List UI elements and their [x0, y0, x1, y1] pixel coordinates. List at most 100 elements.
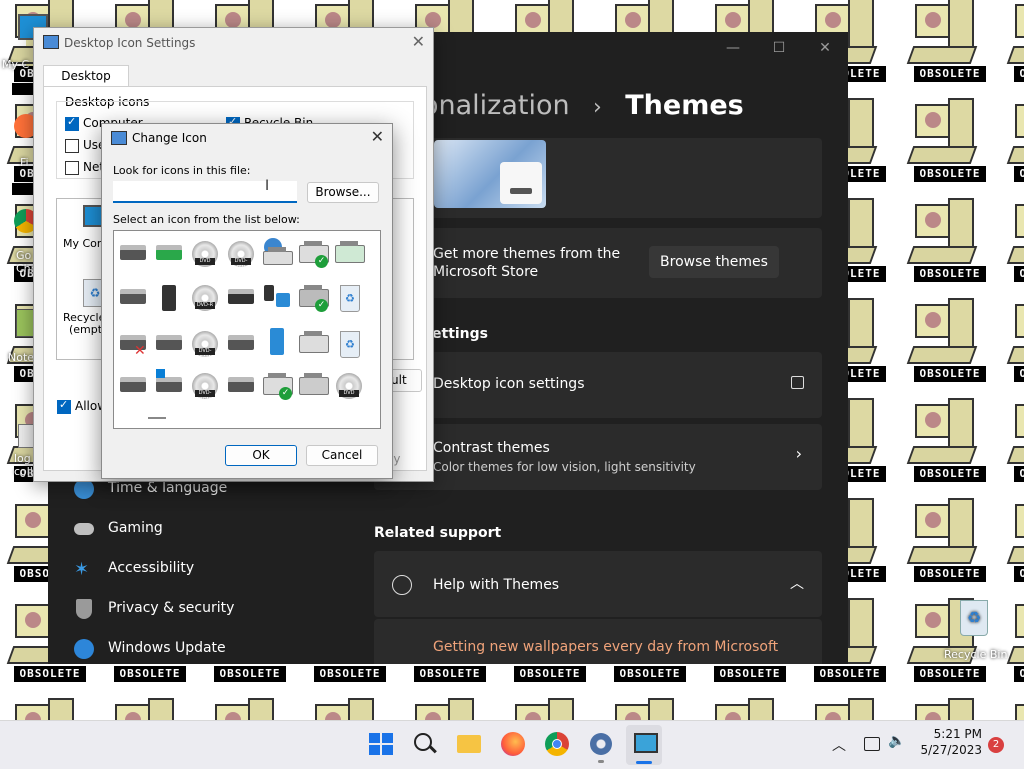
- obsolete-label: OBSOLETE: [614, 666, 686, 682]
- obsolete-label: OBSOLETE: [514, 666, 586, 682]
- obsolete-label: OBSOLETE: [1014, 366, 1024, 382]
- obsolete-label: OBSOLETE: [1014, 266, 1024, 282]
- obsolete-label: OBSOLETE: [914, 166, 986, 182]
- obsolete-label: OBSOLETE: [1014, 566, 1024, 582]
- drive-icon[interactable]: [154, 329, 184, 359]
- search-button[interactable]: [412, 731, 438, 757]
- volume-icon[interactable]: 🔈: [888, 733, 905, 749]
- theme-preview-thumbnail[interactable]: [434, 140, 546, 208]
- drive-icon[interactable]: [118, 239, 148, 269]
- close-icon[interactable]: ✕: [371, 127, 384, 146]
- wallpaper-tile: OBSOLETE: [900, 396, 1000, 496]
- contrast-themes-link[interactable]: Contrast themes Color themes for low vis…: [374, 424, 822, 490]
- show-hidden-icons-chevron[interactable]: ︿: [832, 735, 846, 755]
- notification-badge[interactable]: 2: [988, 737, 1004, 753]
- close-icon[interactable]: ✕: [412, 32, 425, 51]
- wallpaper-tile: OBSOLETE: [1000, 296, 1024, 396]
- wallpaper-tile: OBSOLETE: [1000, 696, 1024, 720]
- dialog-title: Desktop Icon Settings: [64, 36, 196, 50]
- icon-list[interactable]: DVD DVD-RW ✓ DVD-R ✓ ♻ ✕ DVD-RAM ♻ DVD-R…: [113, 230, 381, 429]
- clock-time: 5:21 PM: [933, 727, 982, 741]
- windows-drive-icon[interactable]: [154, 369, 184, 401]
- printer-icon[interactable]: [334, 239, 365, 269]
- dvd-rw-icon[interactable]: DVD-RW: [226, 239, 256, 271]
- page-title: Themes: [625, 90, 744, 121]
- printer-default-icon[interactable]: ✓: [298, 239, 329, 269]
- help-with-themes-expander[interactable]: Help with Themes ︿: [374, 551, 822, 617]
- obsolete-label: OBSOLETE: [914, 266, 986, 282]
- wallpaper-tile: OBSOLETE: [0, 696, 100, 720]
- drive-icon[interactable]: [118, 283, 148, 313]
- removable-drive-icon[interactable]: [226, 329, 256, 359]
- dvd-r-icon[interactable]: DVD-R: [190, 283, 220, 313]
- wallpaper-tile: OBSOLETE: [1000, 496, 1024, 596]
- desktop-icon-recycle-bin[interactable]: ♻ Recycle Bin: [944, 600, 1014, 662]
- drive-icon[interactable]: [118, 371, 148, 401]
- obsolete-label: OBSOLETE: [914, 66, 986, 82]
- support-link-wallpapers[interactable]: Getting new wallpapers every day from Mi…: [433, 639, 778, 655]
- desktop-icon-settings-link[interactable]: Desktop icon settings: [374, 352, 822, 418]
- chrome-button[interactable]: [544, 731, 570, 757]
- network-drive-icon[interactable]: [226, 371, 256, 401]
- maximize-button[interactable]: ☐: [764, 40, 794, 60]
- desktop-icon-settings-taskbar-button[interactable]: [626, 725, 662, 765]
- webcam-monitor-icon[interactable]: [262, 283, 292, 313]
- wallpaper-tile: OBSOLETE: [1000, 396, 1024, 496]
- minimize-button[interactable]: —: [718, 40, 748, 60]
- monitor-icon: [634, 733, 658, 753]
- globe-icon: [392, 575, 412, 595]
- chevron-right-icon: ›: [795, 444, 802, 463]
- close-button[interactable]: ✕: [810, 40, 840, 60]
- recycle-bin-full-icon[interactable]: ♻: [334, 283, 364, 313]
- dvd-drive-icon[interactable]: DVD: [190, 239, 220, 269]
- breadcrumb-parent[interactable]: onalization: [422, 90, 570, 121]
- ok-button[interactable]: OK: [225, 445, 297, 466]
- obsolete-label: OBSOLETE: [214, 666, 286, 682]
- drive-error-icon[interactable]: ✕: [118, 329, 148, 359]
- browse-themes-button[interactable]: Browse themes: [649, 246, 779, 278]
- file-explorer-button[interactable]: [456, 731, 482, 757]
- obsolete-label: OBSOLETE: [914, 466, 986, 482]
- mobile-device-icon[interactable]: [262, 327, 292, 357]
- restore-default-button[interactable]: ult: [390, 369, 422, 392]
- browse-button[interactable]: Browse...: [307, 182, 379, 203]
- fax-icon[interactable]: [298, 371, 329, 401]
- network-icon[interactable]: [864, 737, 880, 751]
- wallpaper-tile: OBSOLETE: [100, 696, 200, 720]
- wallpaper-tile: OBSOLETE: [400, 696, 500, 720]
- obsolete-label: OBSOLETE: [1014, 166, 1024, 182]
- obsolete-label: OBSOLETE: [1014, 466, 1024, 482]
- icon-file-input[interactable]: [113, 181, 297, 203]
- firefox-button[interactable]: [500, 731, 526, 757]
- clock-globe-icon: [74, 479, 94, 499]
- printer-icon[interactable]: [298, 329, 329, 359]
- gear-icon: [590, 733, 612, 755]
- cancel-button[interactable]: Cancel: [306, 445, 378, 466]
- drive-green-icon[interactable]: [154, 239, 184, 269]
- get-more-themes-card: Get more themes from the Microsoft Store…: [374, 228, 822, 298]
- wallpaper-tile: OBSOLETE: [200, 696, 300, 720]
- removable-drive-icon[interactable]: [226, 283, 256, 313]
- dialog-icon: [111, 131, 127, 145]
- dvd-disc-icon[interactable]: DVD: [334, 371, 364, 401]
- obsolete-label: OBSOLETE: [814, 666, 886, 682]
- obsolete-label: OBSOLETE: [314, 666, 386, 682]
- dvd-ram-icon[interactable]: DVD-RAM: [190, 329, 220, 361]
- wallpaper-tile: OBSOLETE: [900, 196, 1000, 296]
- fax-printer-default-icon[interactable]: ✓: [262, 371, 293, 401]
- tab-desktop-icons[interactable]: Desktop Icons: [43, 65, 129, 104]
- settings-button[interactable]: [588, 731, 614, 763]
- recycle-bin-empty-icon[interactable]: ♻: [334, 329, 364, 359]
- clock[interactable]: 5:21 PM 5/27/2023: [916, 727, 982, 757]
- horizontal-scrollbar[interactable]: [148, 417, 166, 419]
- breadcrumb: onalization › Themes: [422, 90, 744, 121]
- dvd-rom-icon[interactable]: DVD-ROM: [190, 371, 220, 403]
- obsolete-label: OBSOLETE: [1014, 666, 1024, 682]
- network-printer-icon[interactable]: [262, 237, 293, 267]
- wallpaper-tile: OBSOLETE: [1000, 196, 1024, 296]
- start-button[interactable]: [368, 731, 394, 757]
- fax-default-icon[interactable]: ✓: [298, 283, 329, 313]
- memory-card-icon[interactable]: [154, 283, 184, 313]
- change-icon-dialog: Change Icon ✕ Look for icons in this fil…: [101, 123, 393, 479]
- gamepad-icon: [74, 523, 94, 535]
